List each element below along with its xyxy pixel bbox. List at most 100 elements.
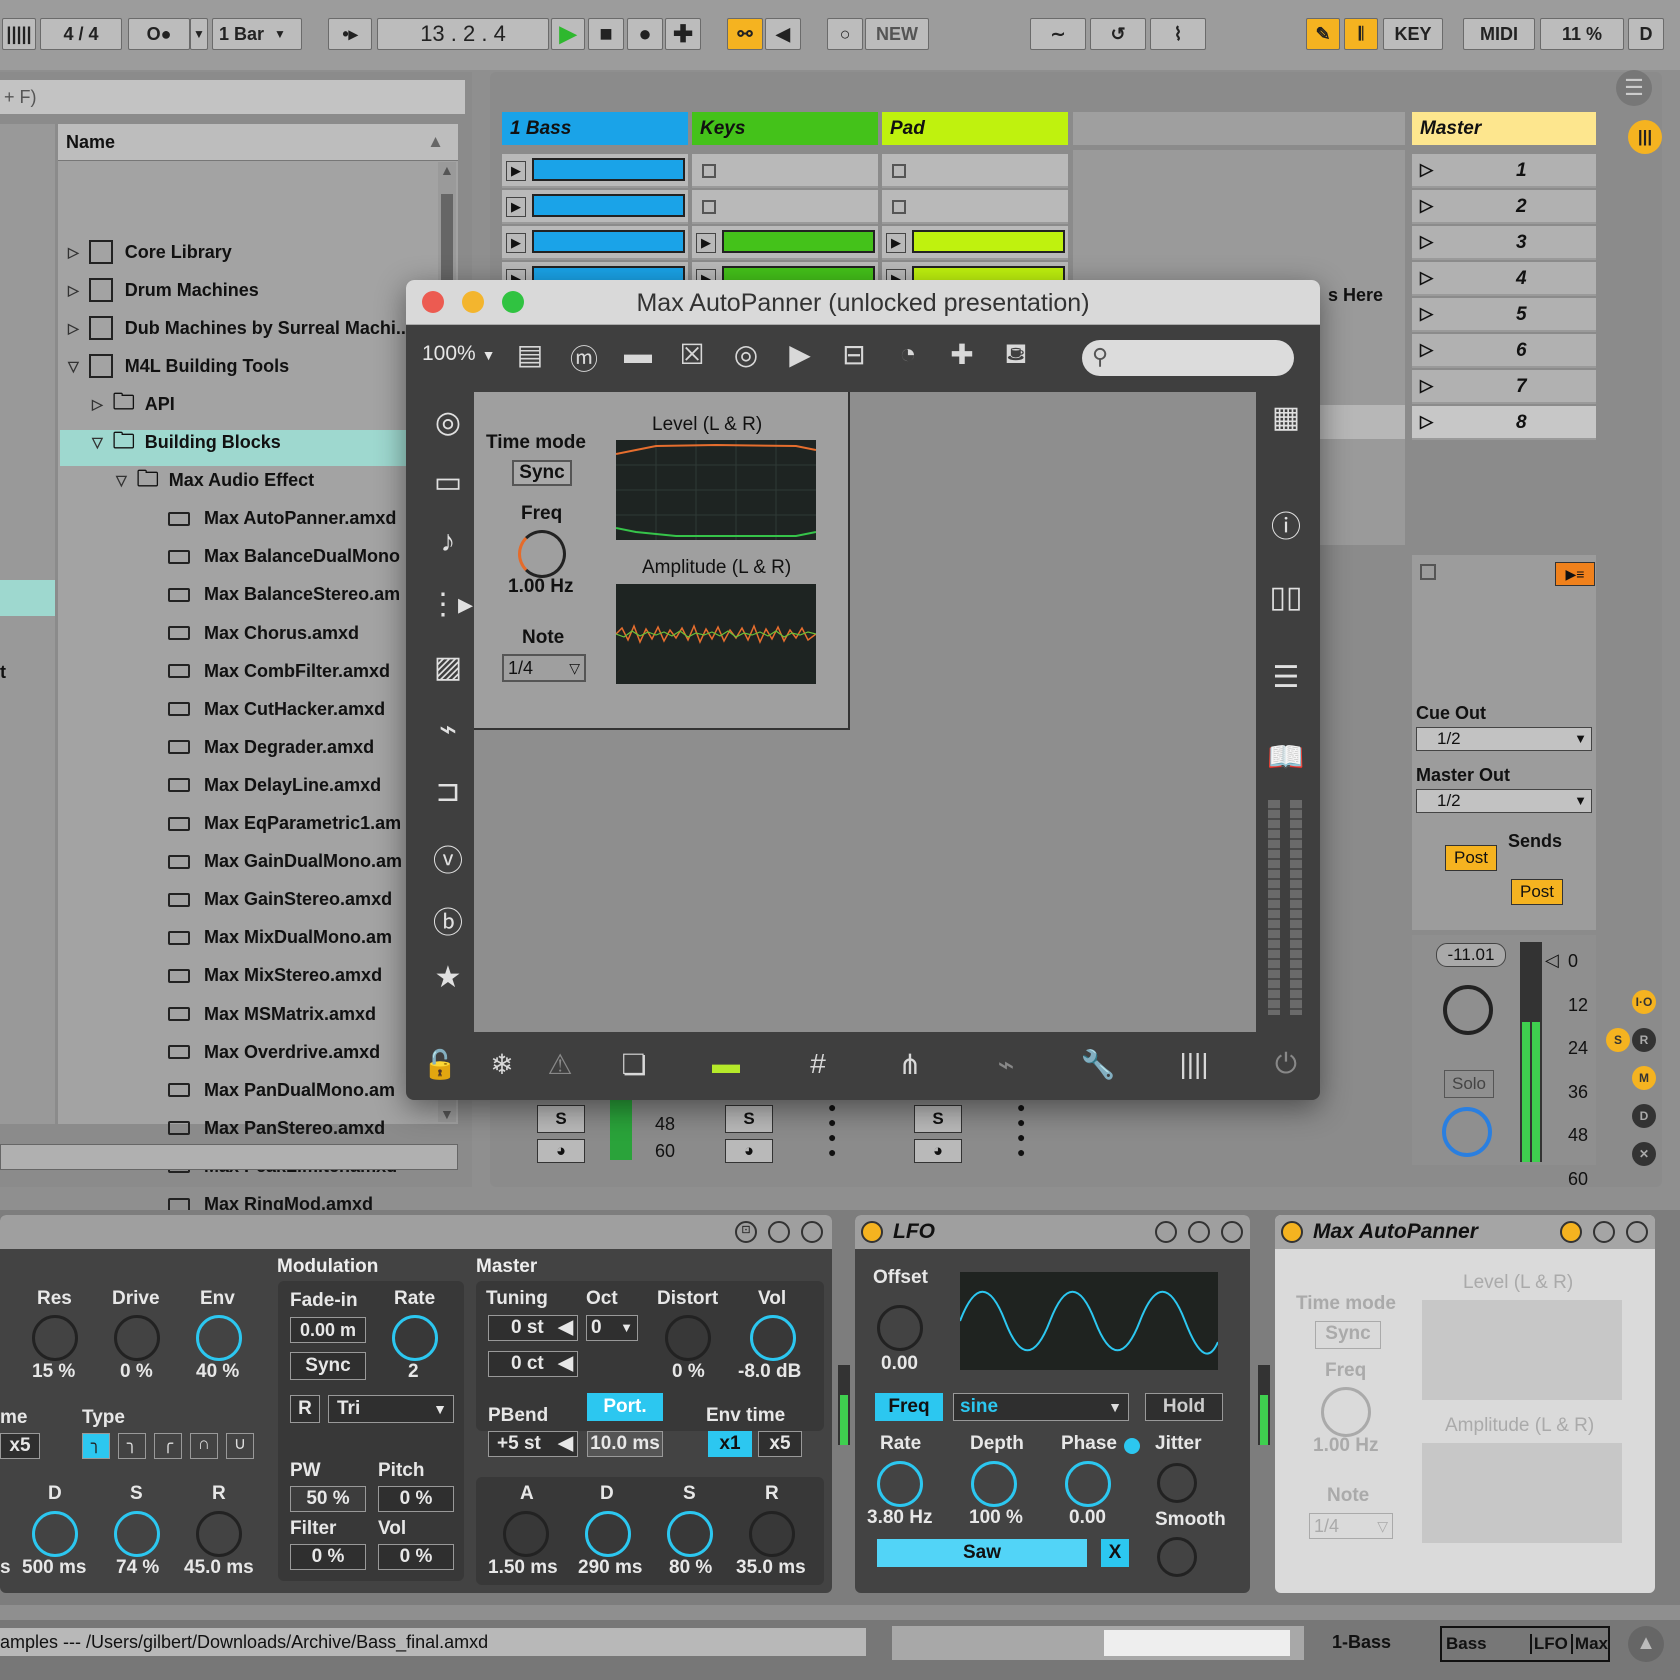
freeze-icon[interactable]: ❄: [482, 1048, 522, 1081]
scene-launch[interactable]: ▷ 5: [1412, 298, 1596, 332]
env-x5-button[interactable]: x5: [0, 1433, 40, 1459]
pw-field[interactable]: 50 %: [290, 1486, 366, 1512]
plug-icon[interactable]: ⊐: [428, 774, 468, 809]
browser-item[interactable]: Max AutoPanner.amxd: [168, 501, 396, 537]
clip-slot[interactable]: ▶: [502, 190, 688, 224]
filter-field[interactable]: 0 %: [290, 1544, 366, 1570]
scene-play-icon[interactable]: ▷: [1420, 232, 1433, 252]
chain-max[interactable]: Max: [1573, 1634, 1608, 1654]
clip[interactable]: [722, 230, 875, 253]
browser-item[interactable]: Max Degrader.amxd: [168, 729, 374, 765]
list-icon[interactable]: ☰: [1266, 660, 1306, 695]
grid-snap-icon[interactable]: #: [798, 1048, 838, 1080]
clip-stop-icon[interactable]: [702, 164, 716, 178]
overview-strip[interactable]: [892, 1626, 1304, 1660]
session-record-icon[interactable]: ○: [827, 18, 863, 50]
fadein-field[interactable]: 0.00 m: [290, 1317, 366, 1343]
mixer-section-toggle[interactable]: D: [1632, 1104, 1656, 1128]
column-header[interactable]: Name ▲: [58, 124, 458, 161]
pitch-field[interactable]: 0 %: [378, 1486, 454, 1512]
lfo-wave-select[interactable]: Tri ▼: [328, 1395, 454, 1423]
zoom-select[interactable]: 100% ▼: [422, 342, 495, 366]
show-hide-detail-icon[interactable]: ▲: [1628, 1626, 1664, 1662]
pbend-field[interactable]: +5 st ◀: [488, 1431, 578, 1457]
master-stop-icon[interactable]: [1420, 564, 1436, 580]
add-object-icon[interactable]: ✚: [942, 338, 982, 371]
amp-release-knob[interactable]: [749, 1511, 795, 1557]
midi-map-button[interactable]: MIDI: [1463, 18, 1535, 50]
offset-knob[interactable]: [877, 1305, 923, 1351]
type-highpass-icon[interactable]: ╭: [154, 1433, 182, 1459]
browser-item[interactable]: ▷ 🗀 API: [92, 386, 175, 422]
hot-swap-icon[interactable]: [1560, 1221, 1582, 1243]
menu-icon[interactable]: ☰: [1616, 70, 1652, 106]
browser-item[interactable]: Max CutHacker.amxd: [168, 691, 385, 727]
clip[interactable]: [532, 230, 685, 253]
res-knob[interactable]: [32, 1315, 78, 1361]
browser-item[interactable]: Max BalanceDualMono: [168, 539, 400, 575]
split-view-icon[interactable]: ▯▯: [1266, 580, 1306, 615]
window-titlebar[interactable]: Max AutoPanner (unlocked presentation): [406, 280, 1320, 325]
add-icon[interactable]: ✚: [665, 18, 701, 50]
quantize-select[interactable]: 1 Bar ▼: [212, 18, 302, 50]
triangle-right-icon[interactable]: ▷: [68, 320, 79, 337]
ap-note-select[interactable]: 1/4 ▽: [1309, 1513, 1393, 1539]
clip-play-icon[interactable]: ▶: [886, 233, 906, 253]
clip-slot[interactable]: [692, 154, 878, 188]
mixer-section-toggle[interactable]: S: [1606, 1028, 1630, 1052]
triangle-down-icon[interactable]: ▽: [92, 434, 103, 451]
clip[interactable]: [912, 230, 1065, 253]
clip-play-icon[interactable]: ▶: [506, 233, 526, 253]
search-input[interactable]: + F): [0, 80, 465, 114]
sync-button[interactable]: Sync: [290, 1352, 366, 1380]
cue-out-select[interactable]: 1/2 ▼: [1416, 727, 1592, 751]
keyboard-icon[interactable]: 𝄃: [1344, 18, 1378, 50]
clip-stop-icon[interactable]: [892, 200, 906, 214]
release-knob[interactable]: [196, 1511, 242, 1557]
layers-icon[interactable]: ❏: [614, 1048, 654, 1081]
star-icon[interactable]: ★: [428, 960, 468, 995]
lfo-map-button[interactable]: Saw: [877, 1539, 1087, 1567]
decay-knob[interactable]: [32, 1511, 78, 1557]
type-notch-icon[interactable]: ∪: [226, 1433, 254, 1459]
retrigger-button[interactable]: R: [290, 1395, 320, 1423]
amp-sustain-knob[interactable]: [667, 1511, 713, 1557]
type-lowpass-icon[interactable]: ╮: [82, 1433, 110, 1459]
browser-item[interactable]: Max Overdrive.amxd: [168, 1034, 380, 1070]
amp-decay-knob[interactable]: [585, 1511, 631, 1557]
browser-item[interactable]: Max BalanceStereo.am: [168, 577, 400, 613]
freq-dial[interactable]: [518, 530, 566, 578]
clip[interactable]: [532, 158, 685, 181]
edit-icon[interactable]: [1593, 1221, 1615, 1243]
metronome-menu-icon[interactable]: ▼: [190, 18, 208, 50]
amp-attack-knob[interactable]: [503, 1511, 549, 1557]
image-icon[interactable]: ▨: [428, 650, 468, 685]
loop-icon[interactable]: ↺: [1090, 18, 1146, 50]
wrench-icon[interactable]: 🔧: [1078, 1048, 1118, 1081]
lfo-depth-knob[interactable]: [971, 1461, 1017, 1507]
scene-play-icon[interactable]: ▷: [1420, 160, 1433, 180]
info-icon[interactable]: ⓘ: [1266, 502, 1306, 546]
vol2-field[interactable]: 0 %: [378, 1544, 454, 1570]
triangle-down-icon[interactable]: ▽: [116, 472, 127, 489]
save-icon[interactable]: [1221, 1221, 1243, 1243]
post-button-b[interactable]: Post: [1511, 879, 1563, 905]
draw-mode-icon[interactable]: ∼: [1030, 18, 1086, 50]
lfo-jitter-knob[interactable]: [1157, 1463, 1197, 1503]
solo-button[interactable]: Solo: [1444, 1070, 1494, 1098]
track-header-2[interactable]: Pad: [882, 112, 1068, 145]
time-signature-field[interactable]: 4 / 4: [40, 18, 122, 50]
edit-icon[interactable]: [1188, 1221, 1210, 1243]
overview-window[interactable]: [1104, 1630, 1290, 1656]
clip-slot[interactable]: ▶: [502, 226, 688, 260]
record-icon[interactable]: ●: [627, 18, 663, 50]
master-volume-readout[interactable]: -11.01: [1436, 943, 1506, 967]
mixer-section-toggle[interactable]: ✕: [1632, 1142, 1656, 1166]
browser-item[interactable]: Max MSMatrix.amxd: [168, 996, 376, 1032]
browser-item[interactable]: ▽ 🗀 Max Audio Effect: [116, 463, 314, 499]
note-select[interactable]: 1/4 ▽: [502, 654, 586, 682]
save-icon[interactable]: [801, 1221, 823, 1243]
back-to-arrangement-icon[interactable]: ◀: [765, 18, 801, 50]
clip-play-icon[interactable]: ▶: [696, 233, 716, 253]
track-header-1[interactable]: Keys: [692, 112, 878, 145]
